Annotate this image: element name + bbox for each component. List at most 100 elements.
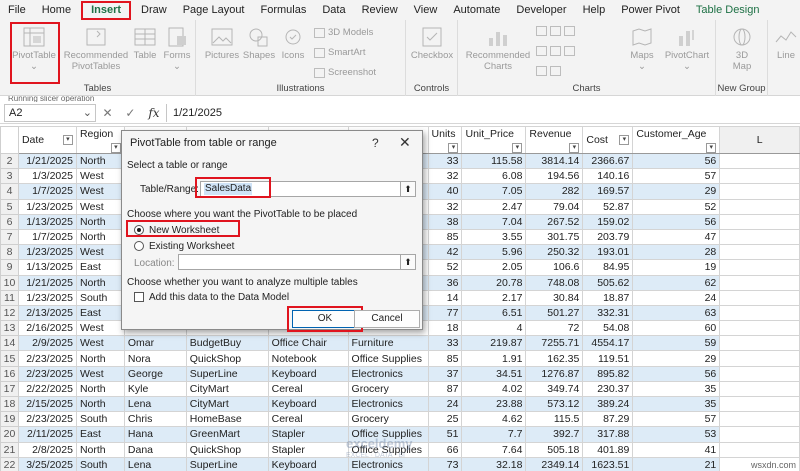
table-cell[interactable]: 1/7/2025 (17, 228, 77, 246)
line-sparkline-button[interactable]: Line (772, 26, 800, 61)
chart-type-buttons-row3[interactable] (536, 66, 564, 76)
table-cell[interactable]: 32.18 (461, 456, 527, 471)
table-cell[interactable]: 140.16 (582, 168, 634, 185)
table-cell[interactable]: 33 (427, 335, 463, 352)
table-cell[interactable]: 2/11/2025 (17, 426, 77, 443)
table-cell[interactable]: 2/13/2025 (17, 304, 77, 322)
column-header[interactable]: Units ▾ (427, 126, 463, 154)
table-cell[interactable]: 2366.67 (582, 152, 634, 170)
table-cell[interactable]: 2/16/2025 (17, 320, 77, 337)
row-header[interactable]: 9 (0, 259, 19, 276)
table-cell[interactable]: 2.05 (461, 259, 527, 276)
filter-dropdown-icon[interactable]: ▾ (619, 135, 630, 145)
row-header[interactable]: 18 (0, 395, 19, 413)
table-cell[interactable]: 250.32 (525, 244, 584, 261)
table-cell[interactable]: Chris (123, 411, 187, 428)
table-cell[interactable] (719, 213, 800, 230)
row-header[interactable]: 22 (0, 456, 19, 471)
table-cell[interactable]: 18 (427, 320, 463, 337)
table-cell[interactable]: 41 (632, 441, 721, 458)
table-cell[interactable] (719, 274, 800, 291)
row-header[interactable]: 11 (0, 289, 19, 306)
table-cell[interactable]: 3.55 (461, 228, 527, 246)
table-cell[interactable]: Keyboard (267, 365, 349, 382)
table-cell[interactable]: 79.04 (525, 198, 584, 215)
table-cell[interactable] (719, 152, 800, 170)
table-cell[interactable] (719, 441, 800, 458)
table-cell[interactable]: 4.02 (461, 380, 527, 398)
3d-models-button[interactable]: 3D Models (314, 27, 373, 38)
table-cell[interactable]: 1276.87 (525, 365, 584, 382)
table-cell[interactable]: 1/13/2025 (17, 213, 77, 230)
table-cell[interactable]: 230.37 (582, 380, 634, 398)
recommended-charts-button[interactable]: Recommended Charts (464, 26, 532, 72)
table-cell[interactable]: Stapler (267, 441, 349, 458)
table-cell[interactable] (719, 426, 800, 443)
table-cell[interactable]: West (75, 320, 125, 337)
table-cell[interactable]: West (75, 335, 125, 352)
table-cell[interactable]: 2/23/2025 (17, 411, 77, 428)
table-cell[interactable]: 194.56 (525, 168, 584, 185)
table-cell[interactable] (719, 350, 800, 367)
pictures-button[interactable]: Pictures (204, 26, 240, 61)
shapes-button[interactable]: Shapes (242, 26, 276, 61)
column-header[interactable]: Date ▾ (17, 126, 77, 154)
table-cell[interactable]: 7.64 (461, 441, 527, 458)
table-cell[interactable]: 1/23/2025 (17, 198, 77, 215)
table-cell[interactable]: Lena (123, 395, 187, 413)
table-cell[interactable]: 25 (427, 411, 463, 428)
enter-icon[interactable]: ✓ (125, 106, 135, 120)
table-cell[interactable]: 1/7/2025 (17, 183, 77, 200)
table-cell[interactable] (719, 198, 800, 215)
table-cell[interactable]: 52.87 (582, 198, 634, 215)
table-cell[interactable]: South (75, 411, 125, 428)
table-cell[interactable]: Office Chair (267, 335, 349, 352)
table-cell[interactable]: 1/23/2025 (17, 289, 77, 306)
table-cell[interactable]: 169.57 (582, 183, 634, 200)
table-cell[interactable]: 66 (427, 441, 463, 458)
collapse-dialog-icon[interactable]: ⬆ (400, 254, 416, 270)
collapse-dialog-icon[interactable]: ⬆ (400, 181, 416, 197)
table-cell[interactable]: 505.62 (582, 274, 634, 291)
table-cell[interactable]: North (75, 395, 125, 413)
cancel-icon[interactable]: ✕ (102, 106, 112, 120)
table-cell[interactable]: 57 (632, 168, 721, 185)
maps-button[interactable]: Maps ⌄ (624, 26, 660, 72)
table-cell[interactable]: North (75, 274, 125, 291)
table-cell[interactable]: 1/13/2025 (17, 259, 77, 276)
table-cell[interactable]: 51 (427, 426, 463, 443)
row-header[interactable]: 20 (0, 426, 19, 443)
row-header[interactable]: 12 (0, 304, 19, 322)
table-cell[interactable]: 1/21/2025 (17, 274, 77, 291)
tab-draw[interactable]: Draw (133, 0, 175, 20)
smartart-button[interactable]: SmartArt (314, 47, 365, 58)
table-cell[interactable]: 301.75 (525, 228, 584, 246)
forms-button[interactable]: Forms ⌄ (162, 26, 192, 72)
column-header[interactable]: Cost ▾ (582, 126, 634, 154)
table-cell[interactable]: 2/8/2025 (17, 441, 77, 458)
tab-review[interactable]: Review (354, 0, 406, 20)
table-cell[interactable]: 106.6 (525, 259, 584, 276)
table-cell[interactable]: 35 (632, 395, 721, 413)
filter-dropdown-icon[interactable]: ▾ (512, 143, 523, 153)
table-cell[interactable]: 36 (427, 274, 463, 291)
row-header[interactable]: 17 (0, 380, 19, 398)
table-cell[interactable]: 501.27 (525, 304, 584, 322)
table-cell[interactable]: 119.51 (582, 350, 634, 367)
row-header[interactable]: 15 (0, 350, 19, 367)
filter-dropdown-icon[interactable]: ▾ (62, 135, 73, 145)
table-cell[interactable]: 32 (427, 198, 463, 215)
table-cell[interactable]: 392.7 (525, 426, 584, 443)
table-cell[interactable]: 2.17 (461, 289, 527, 306)
table-cell[interactable]: 60 (632, 320, 721, 337)
table-cell[interactable]: 56 (632, 213, 721, 230)
table-cell[interactable] (719, 168, 800, 185)
table-cell[interactable] (719, 335, 800, 352)
table-cell[interactable] (719, 320, 800, 337)
table-cell[interactable]: North (75, 441, 125, 458)
table-cell[interactable]: Electronics (347, 456, 429, 471)
table-cell[interactable]: 53 (632, 426, 721, 443)
row-header[interactable]: 5 (0, 198, 19, 215)
table-cell[interactable]: HomeBase (185, 411, 269, 428)
table-cell[interactable]: 62 (632, 274, 721, 291)
